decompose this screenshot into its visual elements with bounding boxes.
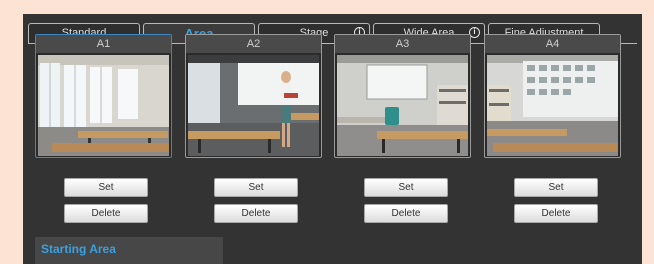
area-card-a4[interactable]: A4: [484, 34, 621, 158]
set-button[interactable]: Set: [514, 178, 598, 197]
area-card-a1[interactable]: A1: [35, 34, 172, 158]
area-a2-thumbnail: [188, 55, 319, 156]
area-name: A3: [335, 35, 470, 53]
set-button[interactable]: Set: [364, 178, 448, 197]
area-name: A4: [485, 35, 620, 53]
area-card-a3[interactable]: A3: [334, 34, 471, 158]
starting-area-heading: Starting Area: [35, 237, 223, 264]
area-a4-thumbnail: [487, 55, 618, 156]
area-name: A1: [36, 35, 171, 53]
set-button[interactable]: Set: [64, 178, 148, 197]
delete-button[interactable]: Delete: [364, 204, 448, 223]
area-a3-thumbnail: [337, 55, 468, 156]
delete-button[interactable]: Delete: [64, 204, 148, 223]
set-button[interactable]: Set: [214, 178, 298, 197]
area-name: A2: [186, 35, 321, 53]
delete-button[interactable]: Delete: [514, 204, 598, 223]
area-card-a2[interactable]: A2: [185, 34, 322, 158]
area-a1-thumbnail: [38, 55, 169, 156]
delete-button[interactable]: Delete: [214, 204, 298, 223]
